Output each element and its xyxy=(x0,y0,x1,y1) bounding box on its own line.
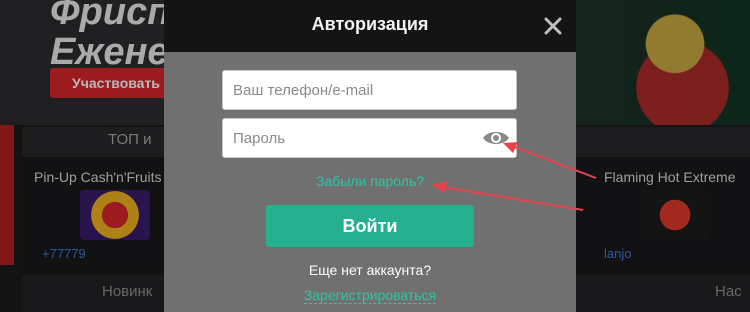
login-input[interactable] xyxy=(222,70,517,110)
forgot-password-link[interactable]: Забыли пароль? xyxy=(164,173,576,189)
modal-header: Авторизация xyxy=(164,0,576,52)
login-modal: Авторизация Забыли пароль? Войти Еще нет… xyxy=(164,0,576,312)
close-icon[interactable] xyxy=(542,15,564,37)
register-link[interactable]: Зарегистрироваться xyxy=(164,287,576,304)
register-link-label[interactable]: Зарегистрироваться xyxy=(303,287,437,304)
no-account-text: Еще нет аккаунта? xyxy=(308,262,432,278)
eye-icon[interactable] xyxy=(482,128,510,148)
modal-title: Авторизация xyxy=(311,14,429,34)
password-input[interactable] xyxy=(222,118,517,158)
login-button[interactable]: Войти xyxy=(266,205,474,247)
